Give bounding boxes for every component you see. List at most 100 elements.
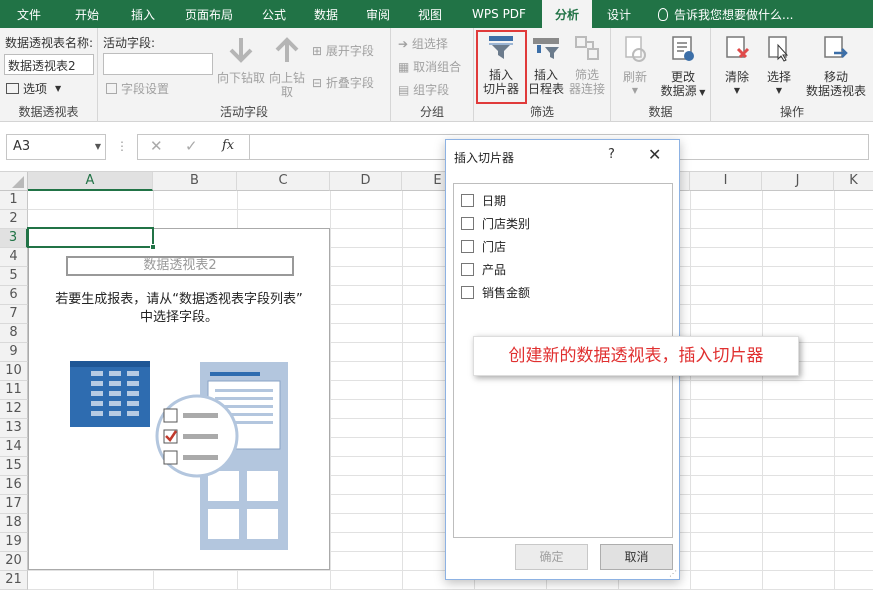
tab-wps-pdf[interactable]: WPS PDF: [456, 0, 542, 28]
chevron-down-icon: ▼: [55, 84, 62, 93]
change-data-source-label-2: 数据源 ▼: [657, 84, 709, 100]
collapse-icon: ⊟: [312, 76, 326, 90]
group-label-filter: 筛选: [529, 105, 554, 119]
selected-cell-a3[interactable]: [27, 227, 156, 250]
row-header[interactable]: 3: [0, 229, 28, 248]
grid-line: [402, 191, 403, 590]
tab-formulas[interactable]: 公式: [248, 0, 300, 28]
row-header[interactable]: 21: [0, 571, 28, 590]
row-header[interactable]: 8: [0, 324, 28, 343]
expand-field-button[interactable]: ⊞ 展开字段: [312, 42, 374, 59]
drill-down-button[interactable]: 向下钻取: [216, 36, 266, 85]
row-header[interactable]: 9: [0, 343, 28, 362]
ungroup-button[interactable]: ▦ 取消组合: [398, 58, 461, 75]
row-header[interactable]: 12: [0, 400, 28, 419]
column-header-c[interactable]: C: [237, 172, 330, 191]
slicer-field-option[interactable]: 门店类别: [461, 215, 530, 232]
tab-analyze[interactable]: 分析: [542, 0, 592, 28]
checkbox[interactable]: [461, 263, 474, 276]
clear-button[interactable]: 清除 ▼: [717, 35, 757, 98]
insert-function-icon[interactable]: fx: [222, 138, 234, 153]
row-header[interactable]: 7: [0, 305, 28, 324]
filter-connections-button[interactable]: 筛选 器连接: [566, 35, 608, 96]
active-field-input[interactable]: [103, 53, 213, 75]
resize-grip-icon[interactable]: ⋰: [669, 569, 677, 578]
move-pivottable-button[interactable]: 移动 数据透视表: [799, 35, 873, 98]
group-selection-button[interactable]: ➔ 组选择: [398, 35, 448, 52]
group-label-pivottable: 数据透视表: [18, 105, 79, 119]
tab-data[interactable]: 数据: [300, 0, 352, 28]
tab-view[interactable]: 视图: [404, 0, 456, 28]
select-all-corner[interactable]: [0, 172, 28, 191]
row-header[interactable]: 19: [0, 533, 28, 552]
checkbox[interactable]: [461, 240, 474, 253]
grid-line: [690, 191, 691, 590]
row-header[interactable]: 18: [0, 514, 28, 533]
cancel-button[interactable]: 取消: [600, 544, 673, 570]
row-header[interactable]: 14: [0, 438, 28, 457]
row-header[interactable]: 13: [0, 419, 28, 438]
row-header[interactable]: 5: [0, 267, 28, 286]
row-header[interactable]: 16: [0, 476, 28, 495]
pivottable-placeholder[interactable]: 数据透视表2 若要生成报表，请从“数据透视表字段列表” 中选择字段。: [28, 228, 330, 570]
column-header-b[interactable]: B: [153, 172, 237, 191]
tab-home[interactable]: 开始: [58, 0, 116, 28]
checkbox[interactable]: [461, 194, 474, 207]
group-field-button[interactable]: ▤ 组字段: [398, 81, 449, 98]
fill-handle[interactable]: [150, 244, 156, 250]
active-field-label: 活动字段:: [103, 36, 156, 50]
cancel-entry-icon[interactable]: ✕: [150, 137, 163, 155]
row-header[interactable]: 6: [0, 286, 28, 305]
timeline-icon: [533, 38, 559, 59]
insert-timeline-button[interactable]: 插入 日程表: [526, 35, 566, 96]
slicer-field-option[interactable]: 产品: [461, 261, 506, 278]
options-button[interactable]: 选项 ▼: [6, 80, 61, 97]
tab-file[interactable]: 文件: [0, 0, 58, 28]
formula-buttons: ✕ ✓ fx: [137, 134, 249, 160]
tab-design[interactable]: 设计: [592, 0, 646, 28]
change-data-source-button[interactable]: 更改 数据源 ▼: [657, 35, 709, 100]
column-header-a[interactable]: A: [28, 172, 153, 191]
checkbox[interactable]: [461, 286, 474, 299]
name-box[interactable]: A3 ▼: [6, 134, 106, 160]
tab-page-layout[interactable]: 页面布局: [170, 0, 248, 28]
row-header[interactable]: 2: [0, 210, 28, 229]
row-header[interactable]: 10: [0, 362, 28, 381]
field-settings-button[interactable]: 字段设置: [106, 80, 169, 97]
column-header-j[interactable]: J: [762, 172, 834, 191]
slicer-field-option[interactable]: 销售金额: [461, 284, 530, 301]
field-name: 门店: [482, 240, 507, 254]
close-icon[interactable]: ✕: [648, 145, 661, 164]
grid-line: [330, 191, 331, 590]
tell-me-search[interactable]: 告诉我您想要做什么...: [646, 0, 793, 28]
change-data-source-text: 数据源: [660, 84, 697, 98]
pivot-name-input[interactable]: 数据透视表2: [4, 54, 94, 75]
row-header[interactable]: 4: [0, 248, 28, 267]
confirm-entry-icon[interactable]: ✓: [185, 137, 198, 155]
ok-button[interactable]: 确定: [515, 544, 588, 570]
help-button[interactable]: ?: [608, 147, 615, 162]
row-header[interactable]: 11: [0, 381, 28, 400]
group-label-actions: 操作: [779, 105, 804, 119]
slicer-field-option[interactable]: 日期: [461, 192, 506, 209]
pivot-options-icon: [6, 83, 19, 94]
refresh-icon: [625, 36, 646, 62]
collapse-field-button[interactable]: ⊟ 折叠字段: [312, 74, 374, 91]
select-button[interactable]: 选择 ▼: [759, 35, 799, 98]
drill-up-button[interactable]: 向上钻 取: [266, 36, 308, 99]
tab-review[interactable]: 审阅: [352, 0, 404, 28]
checkbox[interactable]: [461, 217, 474, 230]
row-header[interactable]: 17: [0, 495, 28, 514]
tab-insert[interactable]: 插入: [116, 0, 170, 28]
options-label: 选项: [23, 82, 48, 96]
column-header-d[interactable]: D: [330, 172, 402, 191]
slicer-field-option[interactable]: 门店: [461, 238, 506, 255]
annotation-callout: 创建新的数据透视表，插入切片器: [473, 336, 799, 376]
row-header[interactable]: 20: [0, 552, 28, 571]
row-header[interactable]: 1: [0, 191, 28, 210]
pivottable-instructions: 若要生成报表，请从“数据透视表字段列表” 中选择字段。: [29, 291, 329, 327]
column-header-k[interactable]: K: [834, 172, 873, 191]
refresh-button[interactable]: 刷新 ▼: [617, 35, 653, 98]
column-header-i[interactable]: I: [690, 172, 762, 191]
row-header[interactable]: 15: [0, 457, 28, 476]
